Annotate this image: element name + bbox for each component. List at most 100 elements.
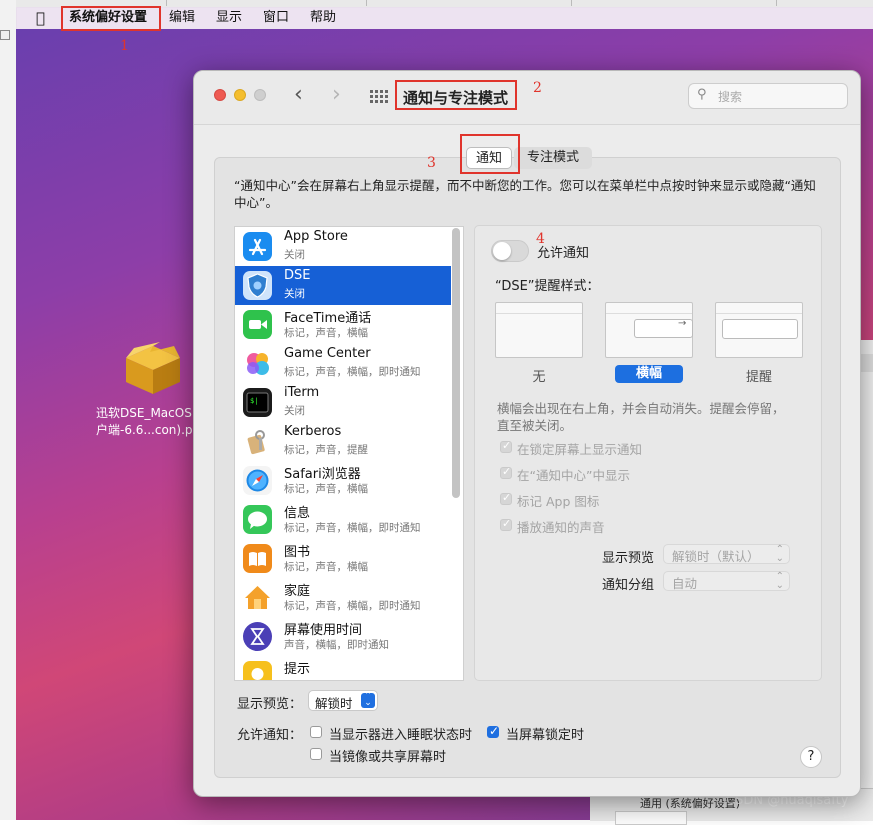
list-item[interactable]: Game Center 标记，声音，横幅，即时通知	[235, 344, 451, 383]
facetime-icon	[243, 310, 272, 339]
app-status: 关闭	[284, 249, 305, 261]
preview-popup-value: 解锁时（默认）	[672, 549, 760, 564]
panel-description: “通知中心”会在屏幕右上角显示提醒，而不中断您的工作。您可以在菜单栏中点按时钟来…	[234, 178, 816, 210]
list-item[interactable]: 家庭 标记，声音，横幅，即时通知	[235, 578, 451, 617]
annotation-box-3	[460, 134, 520, 174]
menu-window[interactable]: 窗口	[263, 9, 289, 27]
style-alert-thumbnail[interactable]	[715, 302, 803, 358]
bottom-preview-label: 显示预览：	[237, 697, 303, 712]
allow-notifications-toggle[interactable]	[491, 240, 529, 262]
tips-icon	[243, 661, 272, 680]
package-file-icon[interactable]	[122, 340, 184, 396]
list-item[interactable]: App Store 关闭	[235, 227, 451, 266]
books-icon	[243, 544, 272, 573]
list-item-selected[interactable]: DSE 关闭	[235, 266, 451, 305]
search-field[interactable]: ⚲ 搜索	[688, 83, 848, 109]
menu-edit[interactable]: 编辑	[169, 9, 195, 27]
style-banner-label: 横幅	[615, 365, 683, 383]
file-label-line1: 迅软DSE_MacOS	[96, 406, 192, 420]
game-center-icon	[243, 349, 272, 378]
menu-help[interactable]: 帮助	[310, 9, 336, 27]
forward-chevron-icon[interactable]: ›	[332, 84, 341, 106]
app-name: Game Center	[284, 346, 371, 361]
app-name: FaceTime通话	[284, 311, 372, 326]
app-status: 标记，声音，横幅	[284, 327, 368, 339]
apple-menu-icon[interactable]: 	[36, 9, 45, 27]
locked-checkbox[interactable]	[487, 724, 499, 738]
show-all-grid-icon[interactable]	[370, 90, 388, 104]
annotation-number-4: 4	[536, 231, 545, 247]
app-status: 声音，横幅，即时通知	[284, 639, 389, 651]
locked-option-label: 当屏幕锁定时	[506, 728, 585, 743]
annotation-box-2	[395, 80, 517, 110]
tab-focus[interactable]: 专注模式	[514, 147, 592, 169]
window-titlebar: ‹ › 通知与专注模式 ⚲ 搜索	[194, 71, 860, 125]
popup-arrows-icon: ⌃ ⌄	[775, 571, 784, 591]
option-checkbox[interactable]	[500, 439, 512, 453]
mirror-option-label: 当镜像或共享屏幕时	[329, 750, 447, 765]
svg-text:$|: $|	[250, 397, 258, 405]
close-window-icon[interactable]	[214, 89, 226, 101]
messages-icon	[243, 505, 272, 534]
app-name: 屏幕使用时间	[284, 623, 363, 638]
option-checkbox[interactable]	[500, 491, 512, 505]
help-button[interactable]: ?	[800, 746, 822, 768]
app-name: iTerm	[284, 385, 320, 400]
dse-shield-icon	[243, 271, 272, 300]
app-status: 关闭	[284, 288, 305, 300]
mirror-checkbox[interactable]	[310, 748, 322, 760]
bottom-preview-popup[interactable]: 解锁时 ⌃ ⌄	[308, 690, 378, 711]
app-name: DSE	[284, 268, 311, 283]
preferences-window: ‹ › 通知与专注模式 ⚲ 搜索 通知 专注模式 “通知中心”会在屏幕右上角显示…	[193, 70, 861, 797]
list-item[interactable]: Kerberos 标记，声音，提醒	[235, 422, 451, 461]
list-item[interactable]: 提示	[235, 656, 451, 680]
popup-arrows-icon: ⌃ ⌄	[361, 692, 375, 708]
app-name: 信息	[284, 506, 311, 521]
app-status: 标记，声音，横幅	[284, 483, 368, 495]
package-file-label[interactable]: 迅软DSE_MacOS 户端-6.6...con).p	[96, 405, 206, 439]
option-label: 在锁定屏幕上显示通知	[517, 442, 643, 457]
sleep-checkbox[interactable]	[310, 726, 322, 738]
option-checkbox[interactable]	[500, 465, 512, 479]
app-status: 标记，声音，提醒	[284, 444, 368, 456]
minimize-window-icon[interactable]	[234, 89, 246, 101]
list-item[interactable]: 信息 标记，声音，横幅，即时通知	[235, 500, 451, 539]
style-none-thumbnail[interactable]	[495, 302, 583, 358]
grouping-popup[interactable]: 自动 ⌃ ⌄	[663, 571, 790, 591]
app-name: Safari浏览器	[284, 467, 361, 482]
app-name: App Store	[284, 229, 348, 244]
style-banner-thumbnail[interactable]: →	[605, 302, 693, 358]
app-list-scrollbar[interactable]	[452, 228, 460, 498]
app-name: Kerberos	[284, 424, 342, 439]
option-label: 在“通知中心”中显示	[517, 468, 630, 483]
option-checkbox[interactable]	[500, 517, 512, 531]
list-item[interactable]: $| iTerm 关闭	[235, 383, 451, 422]
option-label: 标记 App 图标	[517, 494, 600, 509]
popup-arrows-icon: ⌃ ⌄	[775, 544, 784, 564]
zoom-window-icon[interactable]	[254, 89, 266, 101]
back-chevron-icon[interactable]: ‹	[294, 84, 303, 106]
safari-icon	[243, 466, 272, 495]
sleep-option-label: 当显示器进入睡眠状态时	[329, 728, 473, 743]
list-item[interactable]: 图书 标记，声音，横幅	[235, 539, 451, 578]
list-item[interactable]: FaceTime通话 标记，声音，横幅	[235, 305, 451, 344]
annotation-number-1: 1	[120, 38, 129, 54]
list-item[interactable]: 屏幕使用时间 声音，横幅，即时通知	[235, 617, 451, 656]
search-placeholder: 搜索	[718, 90, 743, 104]
preview-label: 显示预览	[602, 551, 655, 566]
annotation-number-2: 2	[533, 80, 542, 96]
app-list[interactable]: App Store 关闭 DSE 关闭 FaceTime通话 标记，声音，横幅 …	[234, 226, 464, 681]
app-name: 提示	[284, 662, 311, 677]
grouping-popup-value: 自动	[672, 576, 698, 591]
iterm-icon: $|	[243, 388, 272, 417]
list-item[interactable]: Safari浏览器 标记，声音，横幅	[235, 461, 451, 500]
annotation-number-3: 3	[427, 155, 436, 171]
annotation-box-1	[61, 6, 161, 31]
preview-popup[interactable]: 解锁时（默认） ⌃ ⌄	[663, 544, 790, 564]
app-status: 标记，声音，横幅	[284, 561, 368, 573]
allow-when-label: 允许通知：	[237, 728, 303, 743]
app-store-icon	[243, 232, 272, 261]
option-label: 播放通知的声音	[517, 520, 605, 535]
file-label-line2: 户端-6.6...con).p	[96, 423, 193, 437]
menu-view[interactable]: 显示	[216, 9, 242, 27]
